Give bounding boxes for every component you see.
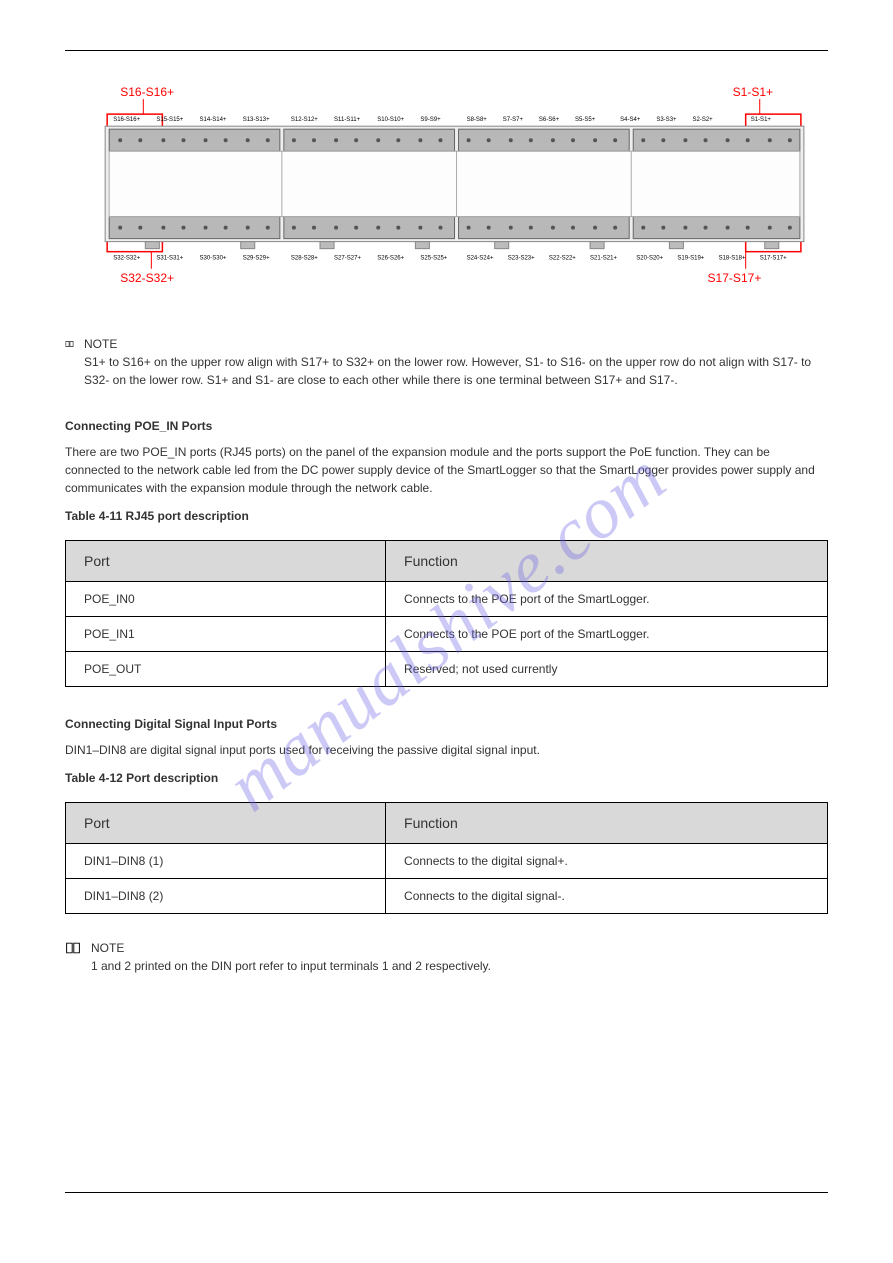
top-terminal-labels: S16-S16+ S15-S15+ S14-S14+ S13-S13+ S12-S12… [113, 117, 771, 123]
table-row: POE_IN1 Connects to the POE port of the … [66, 616, 828, 651]
th-function: Function [386, 540, 828, 581]
svg-text:S12-S12+: S12-S12+ [291, 117, 318, 123]
table2-caption: Table 4-12 Port description [65, 769, 828, 787]
table-row: DIN1–DIN8 (2) Connects to the digital si… [66, 878, 828, 913]
svg-text:S19-S19+: S19-S19+ [677, 256, 704, 262]
section1-body: There are two POE_IN ports (RJ45 ports) … [65, 443, 828, 497]
svg-text:S28-S28+: S28-S28+ [291, 256, 318, 262]
label-bottom-right: S17-S17+ [708, 271, 762, 285]
section2-body: DIN1–DIN8 are digital signal input ports… [65, 741, 828, 759]
table-row: POE_OUT Reserved; not used currently [66, 651, 828, 686]
note-block-2: NOTE 1 and 2 printed on the DIN port ref… [65, 939, 828, 975]
svg-text:S13-S13+: S13-S13+ [243, 117, 270, 123]
note1-body: S1+ to S16+ on the upper row align with … [84, 353, 828, 389]
book-icon [65, 337, 74, 351]
footer-rule [65, 1192, 828, 1193]
note-block-1: NOTE S1+ to S16+ on the upper row align … [65, 335, 828, 389]
svg-text:S24-S24+: S24-S24+ [467, 256, 494, 262]
table-header-row: Port Function [66, 802, 828, 843]
label-top-right: S1-S1+ [733, 85, 773, 99]
svg-text:S2-S2+: S2-S2+ [692, 117, 713, 123]
table-row: POE_IN0 Connects to the POE port of the … [66, 581, 828, 616]
label-top-left: S16-S16+ [120, 85, 174, 99]
svg-text:S27-S27+: S27-S27+ [334, 256, 361, 262]
table1-caption: Table 4-11 RJ45 port description [65, 507, 828, 525]
svg-text:S22-S22+: S22-S22+ [549, 256, 576, 262]
svg-text:S25-S25+: S25-S25+ [420, 256, 447, 262]
svg-text:S21-S21+: S21-S21+ [590, 256, 617, 262]
header-rule [65, 50, 828, 51]
td-port: POE_IN0 [66, 581, 386, 616]
table-din: Port Function DIN1–DIN8 (1) Connects to … [65, 802, 828, 914]
svg-text:S30-S30+: S30-S30+ [200, 256, 227, 262]
th-port: Port [66, 802, 386, 843]
section2-heading: Connecting Digital Signal Input Ports [65, 717, 828, 731]
svg-text:S11-S11+: S11-S11+ [334, 117, 361, 123]
td-port: DIN1–DIN8 (2) [66, 878, 386, 913]
td-port: POE_OUT [66, 651, 386, 686]
svg-text:S5-S5+: S5-S5+ [575, 117, 596, 123]
svg-text:S8-S8+: S8-S8+ [467, 117, 488, 123]
note2-body: 1 and 2 printed on the DIN port refer to… [91, 957, 491, 975]
svg-text:S31-S31+: S31-S31+ [156, 256, 183, 262]
svg-text:S15-S15+: S15-S15+ [156, 117, 183, 123]
td-port: POE_IN1 [66, 616, 386, 651]
svg-text:S3-S3+: S3-S3+ [656, 117, 677, 123]
svg-text:S6-S6+: S6-S6+ [539, 117, 560, 123]
td-func: Connects to the POE port of the SmartLog… [386, 616, 828, 651]
svg-text:S16-S16+: S16-S16+ [113, 117, 140, 123]
svg-text:S17-S17+: S17-S17+ [760, 256, 787, 262]
bottom-terminal-labels: S32-S32+ S31-S31+ S30-S30+ S29-S29+ S28-S28… [113, 256, 787, 262]
svg-text:S10-S10+: S10-S10+ [377, 117, 404, 123]
td-func: Reserved; not used currently [386, 651, 828, 686]
svg-text:S26-S26+: S26-S26+ [377, 256, 404, 262]
svg-text:S9-S9+: S9-S9+ [420, 117, 441, 123]
table-rj45: Port Function POE_IN0 Connects to the PO… [65, 540, 828, 687]
book-icon [65, 941, 81, 955]
svg-text:S32-S32+: S32-S32+ [113, 256, 140, 262]
svg-text:S4-S4+: S4-S4+ [620, 117, 641, 123]
svg-text:S1-S1+: S1-S1+ [751, 117, 772, 123]
td-func: Connects to the digital signal-. [386, 878, 828, 913]
svg-text:S29-S29+: S29-S29+ [243, 256, 270, 262]
svg-text:S14-S14+: S14-S14+ [200, 117, 227, 123]
section1-heading: Connecting POE_IN Ports [65, 419, 828, 433]
td-port: DIN1–DIN8 (1) [66, 843, 386, 878]
svg-text:S20-S20+: S20-S20+ [636, 256, 663, 262]
td-func: Connects to the digital signal+. [386, 843, 828, 878]
th-port: Port [66, 540, 386, 581]
svg-text:S18-S18+: S18-S18+ [719, 256, 746, 262]
table-row: DIN1–DIN8 (1) Connects to the digital si… [66, 843, 828, 878]
connector-svg: S16-S16+ S1-S1+ S32-S32+ S17-S17+ S16-S1… [65, 81, 828, 292]
note2-heading: NOTE [91, 939, 491, 957]
svg-text:S7-S7+: S7-S7+ [503, 117, 524, 123]
label-bottom-left: S32-S32+ [120, 271, 174, 285]
note1-heading: NOTE [84, 335, 828, 353]
th-function: Function [386, 802, 828, 843]
svg-text:S23-S23+: S23-S23+ [508, 256, 535, 262]
td-func: Connects to the POE port of the SmartLog… [386, 581, 828, 616]
table-header-row: Port Function [66, 540, 828, 581]
connector-diagram-figure: S16-S16+ S1-S1+ S32-S32+ S17-S17+ S16-S1… [65, 81, 828, 295]
